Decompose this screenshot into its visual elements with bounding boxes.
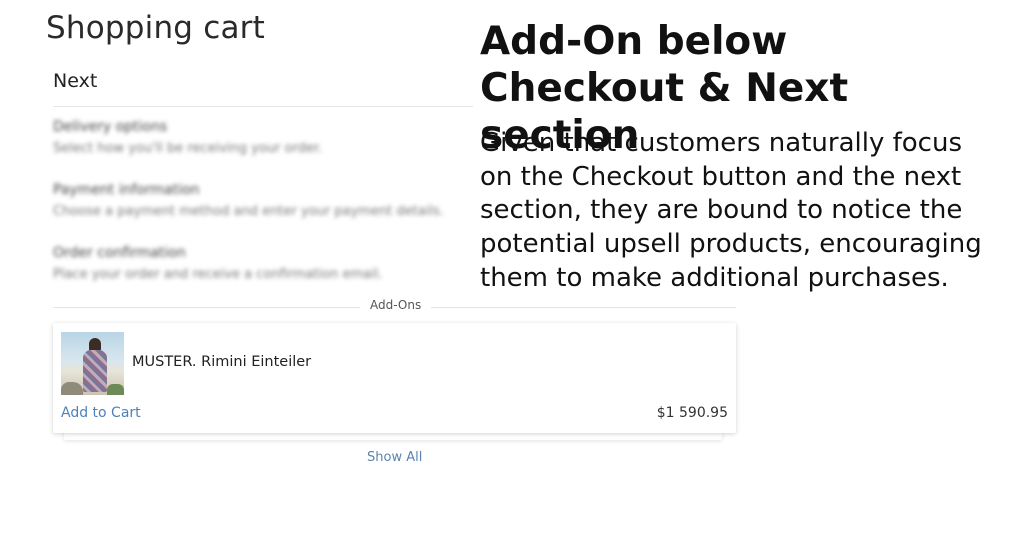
addon-card: MUSTER. Rimini Einteiler Add to Cart $1 … xyxy=(53,323,736,433)
next-heading: Next xyxy=(53,70,98,92)
step-payment[interactable]: Payment information Choose a payment met… xyxy=(53,182,444,219)
show-all-link[interactable]: Show All xyxy=(367,450,422,465)
photo-model-dress xyxy=(83,350,107,392)
step-title: Delivery options xyxy=(53,119,168,135)
step-confirmation[interactable]: Order confirmation Place your order and … xyxy=(53,245,382,282)
step-description: Choose a payment method and enter your p… xyxy=(53,204,444,219)
addons-label: Add-Ons xyxy=(360,298,432,312)
product-photo-icon[interactable] xyxy=(61,332,124,395)
step-title: Payment information xyxy=(53,182,200,198)
cart-title: Shopping cart xyxy=(46,10,265,46)
add-to-cart-button[interactable]: Add to Cart xyxy=(61,405,141,421)
photo-plant xyxy=(107,384,124,395)
photo-rock xyxy=(61,382,83,395)
next-divider xyxy=(53,106,473,107)
step-description: Place your order and receive a confirmat… xyxy=(53,267,383,282)
annotation-description: Given that customers naturally focus on … xyxy=(480,128,982,293)
step-title: Order confirmation xyxy=(53,245,186,261)
product-price: $1 590.95 xyxy=(656,405,728,421)
product-name[interactable]: MUSTER. Rimini Einteiler xyxy=(132,354,311,370)
step-delivery[interactable]: Delivery options Select how you'll be re… xyxy=(53,119,322,156)
step-description: Select how you'll be receiving your orde… xyxy=(53,141,323,156)
